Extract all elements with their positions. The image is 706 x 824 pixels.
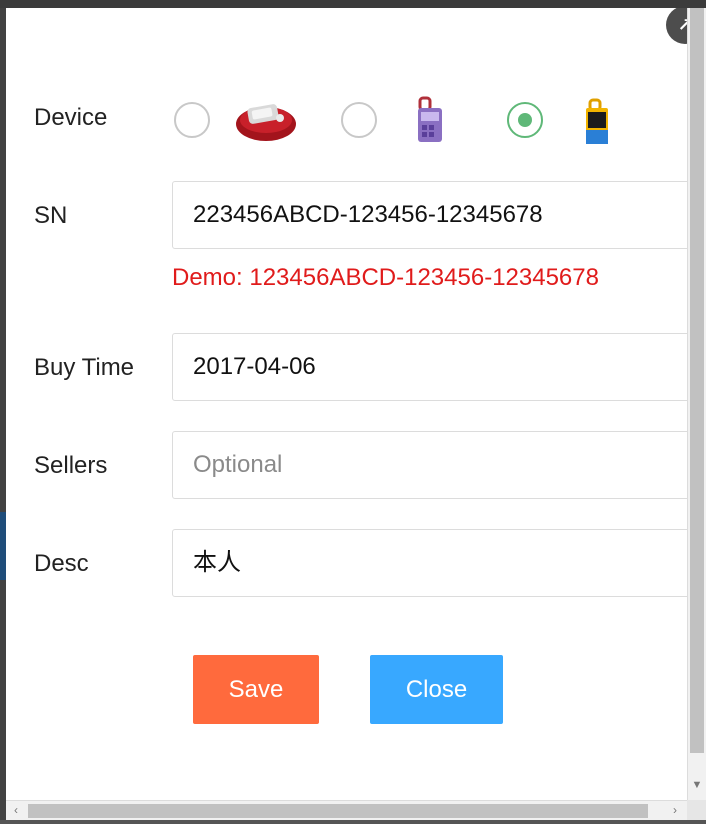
horizontal-scrollbar[interactable]: ‹ › [6,800,687,820]
device-radio-1[interactable] [174,102,210,138]
desc-input[interactable]: 本人 [172,529,688,597]
horizontal-scrollbar-thumb[interactable] [28,804,648,818]
scrollbar-corner [687,800,706,820]
red-device-icon[interactable] [234,96,298,144]
modal-close-icon[interactable]: ↗ [666,8,688,44]
device-modal: ↗ Device SN 223456ABCD-123456-12345678 D… [6,8,688,800]
scroll-right-icon[interactable]: › [665,801,685,821]
sellers-label: Sellers [34,452,108,479]
device-radio-3[interactable] [507,102,543,138]
backdrop-top-strip [0,0,706,8]
buy-time-input[interactable]: 2017-04-06 [172,333,688,401]
close-button[interactable]: Close [370,655,503,724]
purple-key-tool-icon[interactable] [416,96,444,144]
sn-demo-hint: Demo: 123456ABCD-123456-12345678 [172,264,599,291]
vertical-scrollbar-thumb[interactable] [690,8,704,753]
buy-time-label: Buy Time [34,354,135,381]
sn-input[interactable]: 223456ABCD-123456-12345678 [172,181,688,249]
desc-label: Desc [34,550,89,577]
blue-yellow-key-tool-icon[interactable] [584,98,612,146]
window-bottom-edge [0,820,706,824]
save-button[interactable]: Save [193,655,319,724]
device-radio-2[interactable] [341,102,377,138]
scroll-down-icon[interactable]: ▼ [688,770,706,800]
sn-label: SN [34,202,68,229]
device-label: Device [34,104,108,131]
scroll-left-icon[interactable]: ‹ [6,801,26,821]
vertical-scrollbar[interactable]: ▼ [687,8,706,800]
sellers-input[interactable]: Optional [172,431,688,499]
